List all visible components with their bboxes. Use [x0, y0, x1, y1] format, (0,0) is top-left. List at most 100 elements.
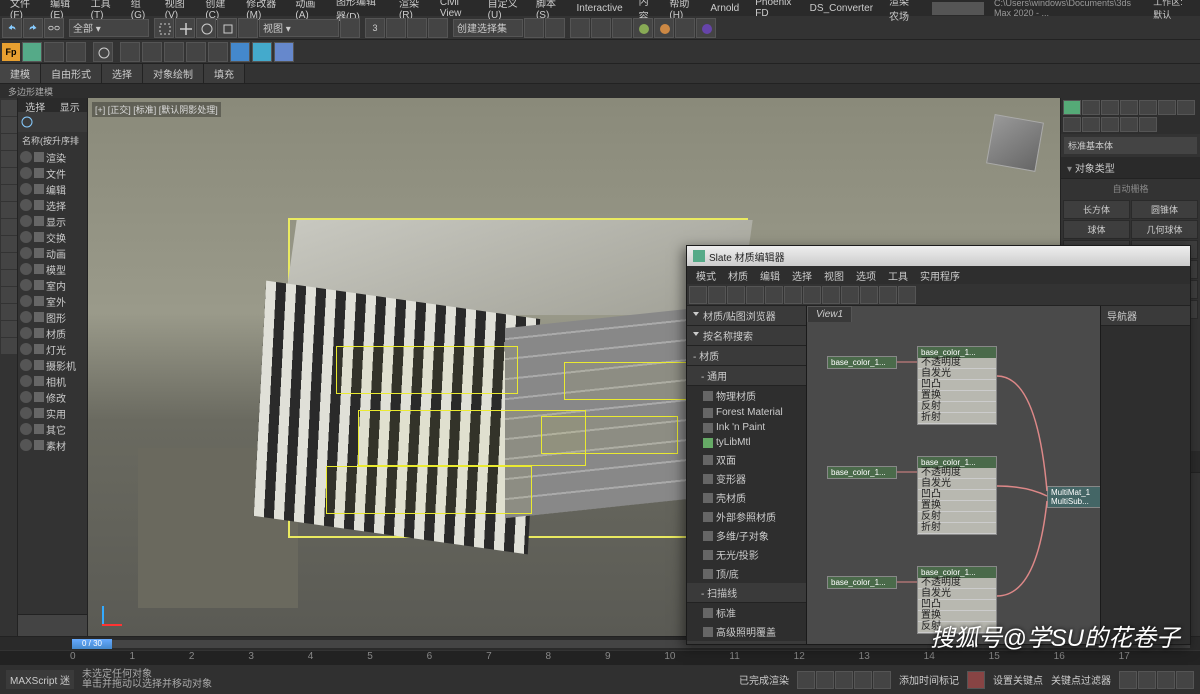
slate-mat-item[interactable]: 标准 [687, 603, 806, 622]
plugin-btn-1[interactable] [22, 42, 42, 62]
slate-cat-vray[interactable]: + V-Ray [687, 641, 806, 644]
zoom-button[interactable] [1138, 671, 1156, 689]
link-button[interactable] [44, 18, 64, 38]
redo-button[interactable] [23, 18, 43, 38]
scene-item[interactable]: 文件 [18, 165, 87, 181]
ribbon-tab-freeform[interactable]: 自由形式 [41, 64, 102, 83]
left-icon[interactable] [1, 304, 17, 320]
slate-cat-material[interactable]: - 材质 [687, 346, 806, 366]
plugin-btn-3[interactable] [66, 42, 86, 62]
freeze-icon[interactable] [34, 360, 44, 370]
left-icon[interactable] [1, 338, 17, 354]
scene-item[interactable]: 素材 [18, 437, 87, 453]
left-icon[interactable] [1, 253, 17, 269]
slate-menu-mode[interactable]: 模式 [691, 268, 721, 283]
menu-renderfarm[interactable]: 渲染农场 [883, 0, 924, 23]
left-icon[interactable] [1, 168, 17, 184]
slate-tool[interactable] [765, 286, 783, 304]
material-node[interactable]: base_color_1...不透明度自发光凹凸置换反射折射 [917, 346, 997, 425]
sub-helpers[interactable] [1120, 117, 1138, 132]
sub-geometry[interactable] [1177, 100, 1195, 115]
visibility-icon[interactable] [20, 439, 32, 451]
freeze-icon[interactable] [34, 312, 44, 322]
modify-tab[interactable] [1082, 100, 1100, 115]
slate-tool[interactable] [841, 286, 859, 304]
filter-dropdown[interactable]: 全部 ▾ [69, 19, 149, 37]
slate-mat-item[interactable]: Ink 'n Paint [687, 420, 806, 435]
visibility-icon[interactable] [20, 311, 32, 323]
scene-item[interactable]: 灯光 [18, 341, 87, 357]
slate-menu-select[interactable]: 选择 [787, 268, 817, 283]
menu-dsconv[interactable]: DS_Converter [804, 3, 879, 14]
sub-cameras[interactable] [1101, 117, 1119, 132]
slate-menu-material[interactable]: 材质 [723, 268, 753, 283]
geosphere-button[interactable]: 几何球体 [1131, 220, 1198, 239]
slate-mat-item[interactable]: tyLibMtl [687, 435, 806, 450]
scene-item[interactable]: 相机 [18, 373, 87, 389]
texture-node[interactable]: base_color_1... [827, 466, 897, 479]
utilities-tab[interactable] [1158, 100, 1176, 115]
visibility-icon[interactable] [20, 167, 32, 179]
layer-button[interactable] [570, 18, 590, 38]
plugin-btn-8[interactable] [186, 42, 206, 62]
prev-frame-button[interactable] [816, 671, 834, 689]
plugin-btn-2[interactable] [44, 42, 64, 62]
plugin-btn-12[interactable] [274, 42, 294, 62]
freeze-icon[interactable] [34, 200, 44, 210]
slate-tool[interactable] [898, 286, 916, 304]
slate-menu-view[interactable]: 视图 [819, 268, 849, 283]
render-frame-button[interactable] [675, 18, 695, 38]
slate-material-editor[interactable]: Slate 材质编辑器 模式 材质 编辑 选择 视图 选项 工具 实用程序 材质… [686, 245, 1191, 645]
ribbon-tab-select[interactable]: 选择 [102, 64, 143, 83]
plugin-btn-10[interactable] [230, 42, 250, 62]
scene-item[interactable]: 实用 [18, 405, 87, 421]
box-button[interactable]: 长方体 [1063, 200, 1130, 219]
texture-node[interactable]: base_color_1... [827, 356, 897, 369]
visibility-icon[interactable] [20, 375, 32, 387]
scene-item[interactable]: 材质 [18, 325, 87, 341]
left-icon[interactable] [1, 219, 17, 235]
place-button[interactable] [238, 18, 258, 38]
visibility-icon[interactable] [20, 151, 32, 163]
slate-menu-options[interactable]: 选项 [851, 268, 881, 283]
scene-item[interactable]: 室内 [18, 277, 87, 293]
scene-item[interactable]: 编辑 [18, 181, 87, 197]
slate-search[interactable]: 按名称搜索 [687, 326, 806, 346]
slate-cat-scanline[interactable]: - 扫描线 [687, 583, 806, 603]
slate-cat-general[interactable]: - 通用 [687, 366, 806, 386]
freeze-icon[interactable] [34, 408, 44, 418]
add-time-tag[interactable]: 添加时间标记 [899, 672, 959, 687]
material-editor-button[interactable] [633, 18, 653, 38]
scene-item[interactable]: 渲染 [18, 149, 87, 165]
scene-item[interactable]: 修改 [18, 389, 87, 405]
slate-menu-util[interactable]: 实用程序 [915, 268, 965, 283]
ribbon-tab-objectpaint[interactable]: 对象绘制 [143, 64, 204, 83]
left-icon[interactable] [1, 100, 17, 116]
render-button[interactable] [696, 18, 716, 38]
visibility-icon[interactable] [20, 215, 32, 227]
plugin-btn-11[interactable] [252, 42, 272, 62]
freeze-icon[interactable] [34, 216, 44, 226]
set-key-label[interactable]: 设置关键点 [993, 672, 1043, 687]
visibility-icon[interactable] [20, 343, 32, 355]
snap-button[interactable]: 3 [365, 18, 385, 38]
cone-button[interactable]: 圆锥体 [1131, 200, 1198, 219]
time-handle[interactable]: 0 / 30 [72, 639, 112, 649]
curve-editor-button[interactable] [591, 18, 611, 38]
hierarchy-tab[interactable] [1101, 100, 1119, 115]
freeze-icon[interactable] [34, 376, 44, 386]
slate-tool[interactable] [822, 286, 840, 304]
freeze-icon[interactable] [34, 248, 44, 258]
scene-tab-display[interactable]: 显示 [53, 98, 88, 112]
freeze-icon[interactable] [34, 168, 44, 178]
scene-item[interactable]: 交换 [18, 229, 87, 245]
slate-tool[interactable] [784, 286, 802, 304]
menu-civil[interactable]: Civil View [434, 0, 478, 19]
menu-phoenix[interactable]: Phoenix FD [749, 0, 799, 19]
slate-titlebar[interactable]: Slate 材质编辑器 [687, 246, 1190, 266]
plugin-btn-9[interactable] [208, 42, 228, 62]
key-filter-label[interactable]: 关键点过滤器 [1051, 672, 1111, 687]
slate-browser-header[interactable]: 材质/贴图浏览器 [687, 306, 806, 326]
goto-end-button[interactable] [873, 671, 891, 689]
rotate-button[interactable] [196, 18, 216, 38]
